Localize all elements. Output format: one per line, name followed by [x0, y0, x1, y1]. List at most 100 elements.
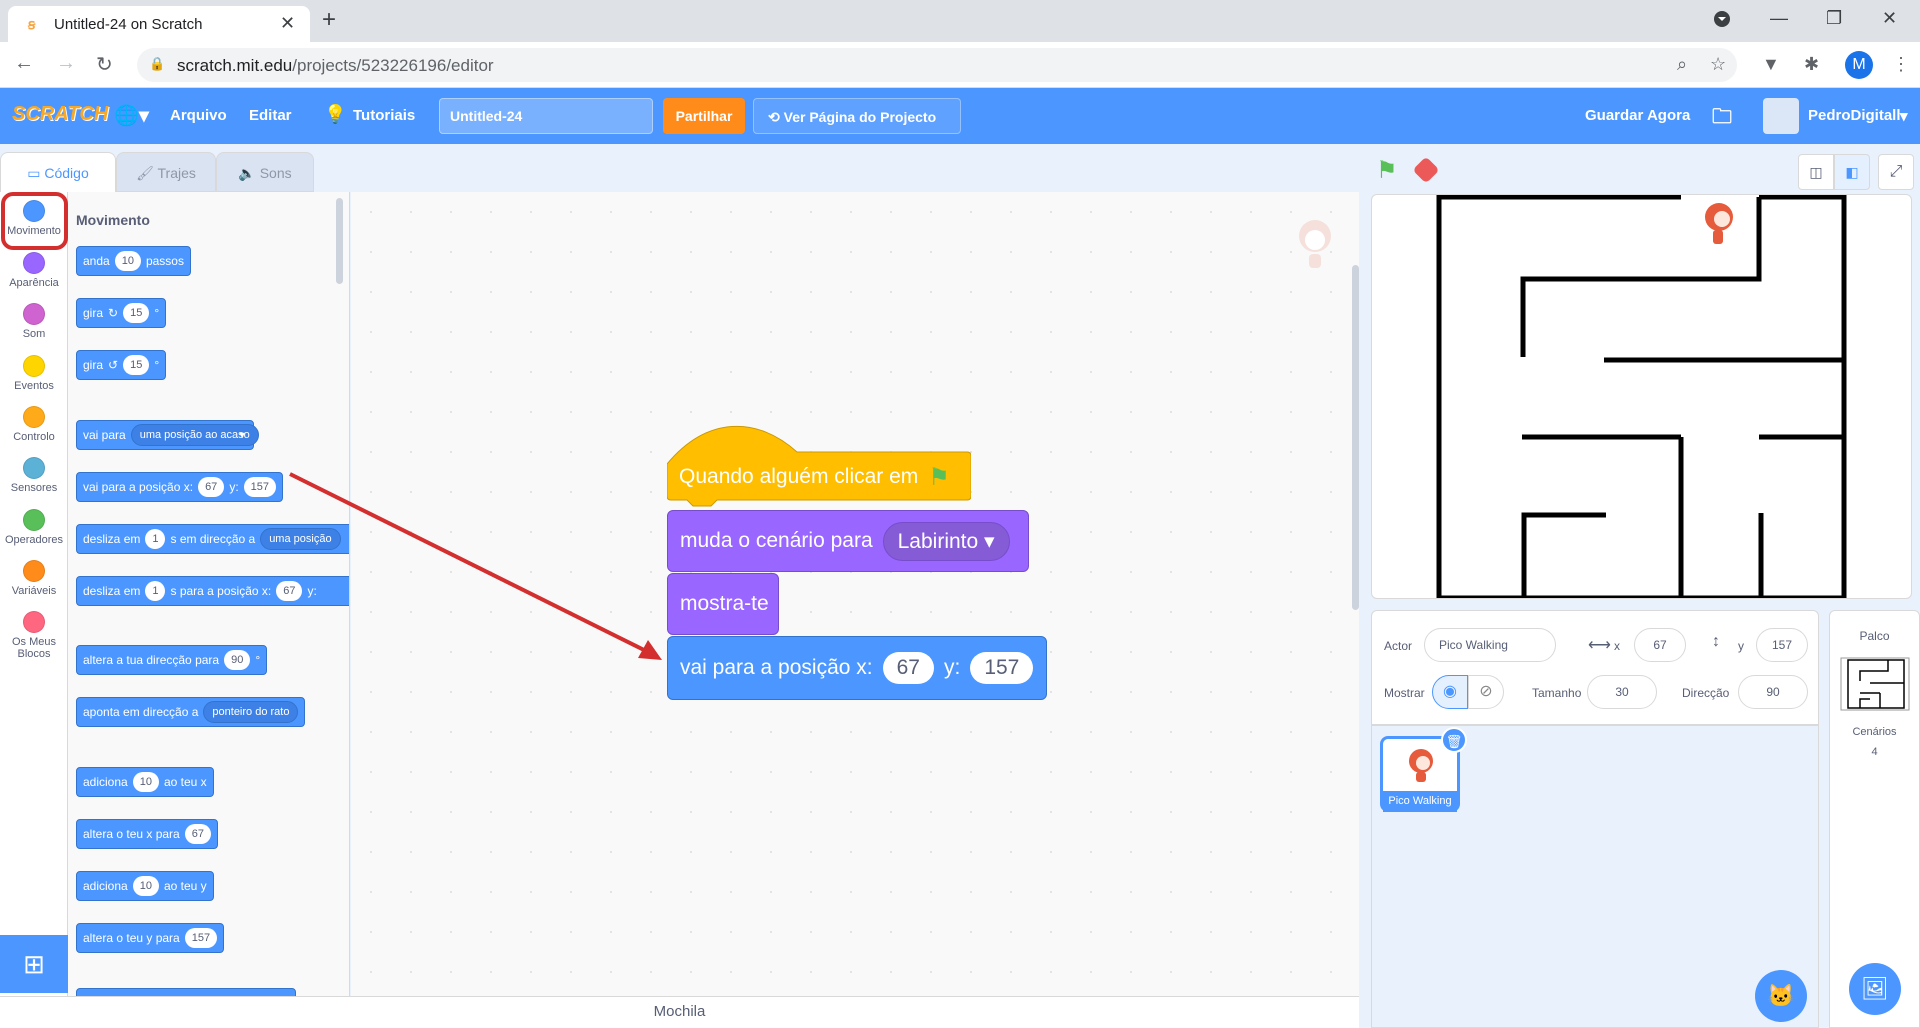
category-label: Som [22, 328, 46, 340]
x-input: 67 [882, 652, 934, 684]
tab-costumes-label: Trajes [157, 165, 196, 181]
workspace-scrollbar[interactable] [1352, 265, 1359, 610]
minimize-button[interactable]: — [1770, 8, 1788, 29]
hat-label: Quando alguém clicar em [679, 465, 919, 488]
bookmark-star-icon[interactable]: ☆ [1710, 54, 1726, 75]
tab-sounds-label: Sons [259, 165, 292, 181]
category-operators[interactable]: Operadores [0, 509, 68, 546]
hide-eye-icon[interactable]: ⊘ [1468, 675, 1504, 709]
stage-panel[interactable]: Palco Cenários 4 🖼 [1829, 610, 1920, 1028]
lightbulb-icon: 💡 [324, 104, 347, 124]
pico-sprite [1705, 203, 1733, 244]
stop-icon[interactable] [1412, 156, 1440, 184]
caret-down-icon[interactable]: ▾ [1900, 107, 1908, 125]
block-change-y[interactable]: adiciona 10 ao teu y [76, 871, 214, 901]
sprite-ghost-icon [1299, 220, 1331, 268]
save-now-button[interactable]: Guardar Agora [1585, 107, 1690, 124]
user-avatar[interactable] [1763, 98, 1799, 134]
url-field[interactable]: 🔒 scratch.mit.edu/projects/523226196/edi… [137, 48, 1737, 82]
my-stuff-folder-icon[interactable]: 🗀 [1712, 102, 1732, 136]
script-workspace[interactable]: Quando alguém clicar em ⚑ muda o cenário … [351, 192, 1687, 1003]
y-input[interactable]: 157 [1756, 628, 1808, 662]
tab-sounds[interactable]: 🔈 Sons [216, 152, 314, 192]
category-sound[interactable]: Som [0, 303, 68, 340]
direction-input[interactable]: 90 [1738, 675, 1808, 709]
block-goto[interactable]: vai para uma posição ao acaso ▼ [76, 420, 259, 450]
zoom-icon[interactable]: ⌕ [1677, 54, 1687, 75]
block-partial[interactable] [76, 988, 296, 996]
delete-sprite-icon[interactable]: 🗑 [1441, 727, 1467, 753]
category-label: Sensores [10, 482, 58, 494]
share-button[interactable]: Partilhar [663, 98, 745, 134]
profile-avatar[interactable]: M [1845, 51, 1873, 79]
block-point-direction[interactable]: altera a tua direcção para 90 ° [76, 645, 268, 675]
show-block[interactable]: mostra-te [667, 573, 779, 635]
speaker-icon: 🔈 [238, 165, 260, 181]
category-looks[interactable]: Aparência [0, 252, 68, 289]
fullscreen-icon[interactable]: ⤢ [1878, 154, 1914, 190]
restore-button[interactable]: ❐ [1826, 8, 1842, 29]
x-label: x [1614, 639, 1620, 653]
add-extension-button[interactable]: ⊞ [0, 935, 68, 993]
large-stage-icon[interactable]: ◧ [1834, 154, 1870, 190]
block-glide-to[interactable]: desliza em 1 s em direcção a uma posição [76, 524, 349, 554]
scratch-logo[interactable]: SCRATCH [12, 103, 108, 126]
menu-tutorials[interactable]: Tutoriais [353, 107, 415, 124]
stage-canvas[interactable] [1371, 194, 1912, 599]
category-variables[interactable]: Variáveis [0, 560, 68, 597]
block-turn-right[interactable]: gira ↻ 15 ° [76, 298, 167, 328]
choose-backdrop-button[interactable]: 🖼 [1849, 963, 1901, 1015]
back-arrow-icon[interactable]: ← [14, 52, 34, 75]
category-control[interactable]: Controlo [0, 406, 68, 443]
block-point-towards[interactable]: aponta em direcção a ponteiro do rato [76, 697, 306, 727]
sprite-label: Actor [1384, 639, 1413, 653]
block-change-x[interactable]: adiciona 10 ao teu x [76, 767, 214, 797]
close-tab-icon[interactable]: ✕ [280, 13, 295, 34]
block-set-x[interactable]: altera o teu x para 67 [76, 819, 218, 849]
green-flag-icon[interactable]: ⚑ [1376, 156, 1398, 185]
block-glide-xy[interactable]: desliza em 1 s para a posição x: 67 y: [76, 576, 349, 606]
tab-code[interactable]: ▭ Código [0, 152, 116, 192]
switch-backdrop-block[interactable]: muda o cenário para Labirinto ▾ [667, 510, 1029, 572]
reload-icon[interactable]: ↻ [96, 52, 113, 77]
category-label: Operadores [4, 534, 64, 546]
sprite-tile[interactable]: Pico Walking 🗑 [1380, 727, 1467, 812]
forward-arrow-icon[interactable]: → [56, 52, 76, 75]
x-input[interactable]: 67 [1634, 628, 1686, 662]
lock-icon: 🔒 [149, 56, 166, 71]
close-window-button[interactable]: ✕ [1882, 8, 1897, 29]
menu-file[interactable]: Arquivo [170, 107, 227, 124]
browser-tab[interactable]: ꞩ Untitled-24 on Scratch ✕ [8, 6, 310, 42]
chrome-menu-icon[interactable]: ⋮ [1892, 54, 1910, 75]
when-flag-clicked-block[interactable]: Quando alguém clicar em ⚑ [667, 454, 962, 500]
backpack-bar[interactable]: Mochila [0, 996, 1359, 1028]
language-globe-icon[interactable]: 🌐▾ [114, 103, 149, 128]
block-goto-xy[interactable]: vai para a posição x: 67 y: 157 [76, 472, 284, 502]
menu-edit[interactable]: Editar [249, 107, 292, 124]
goto-xy-block[interactable]: vai para a posição x: 67 y: 157 [667, 636, 1047, 700]
project-title-input[interactable]: Untitled-24 [439, 98, 653, 134]
block-move-steps[interactable]: anda 10 passos [76, 246, 191, 276]
tab-title: Untitled-24 on Scratch [54, 16, 203, 33]
extension-icon[interactable]: ▼ [1762, 54, 1780, 75]
backdrops-count: 4 [1871, 746, 1878, 758]
category-sensing[interactable]: Sensores [0, 457, 68, 494]
see-project-page-button[interactable]: ⟲ Ver Página do Projecto [753, 98, 961, 134]
block-turn-left[interactable]: gira ↺ 15 ° [76, 350, 167, 380]
small-stage-icon[interactable]: ◫ [1798, 154, 1834, 190]
extensions-puzzle-icon[interactable]: ✱ [1804, 54, 1819, 75]
size-input[interactable]: 30 [1587, 675, 1657, 709]
category-events[interactable]: Eventos [0, 355, 68, 392]
block-set-y[interactable]: altera o teu y para 157 [76, 923, 225, 953]
choose-sprite-button[interactable]: 🐱 [1755, 970, 1807, 1022]
tab-costumes[interactable]: 🖌 Trajes [116, 152, 216, 192]
username-menu[interactable]: PedroDigitall [1808, 107, 1901, 124]
category-label: Aparência [9, 277, 59, 289]
show-eye-icon[interactable]: ◉ [1432, 675, 1468, 709]
category-my-blocks[interactable]: Os Meus Blocos [0, 611, 68, 660]
tab-search-icon[interactable] [1713, 10, 1731, 33]
scratch-menu-bar: SCRATCH 🌐▾ Arquivo Editar 💡 Tutoriais Un… [0, 88, 1920, 144]
palette-scrollbar[interactable] [336, 198, 343, 284]
new-tab-button[interactable]: + [322, 6, 336, 34]
sprite-name-input[interactable]: Pico Walking [1424, 628, 1556, 662]
